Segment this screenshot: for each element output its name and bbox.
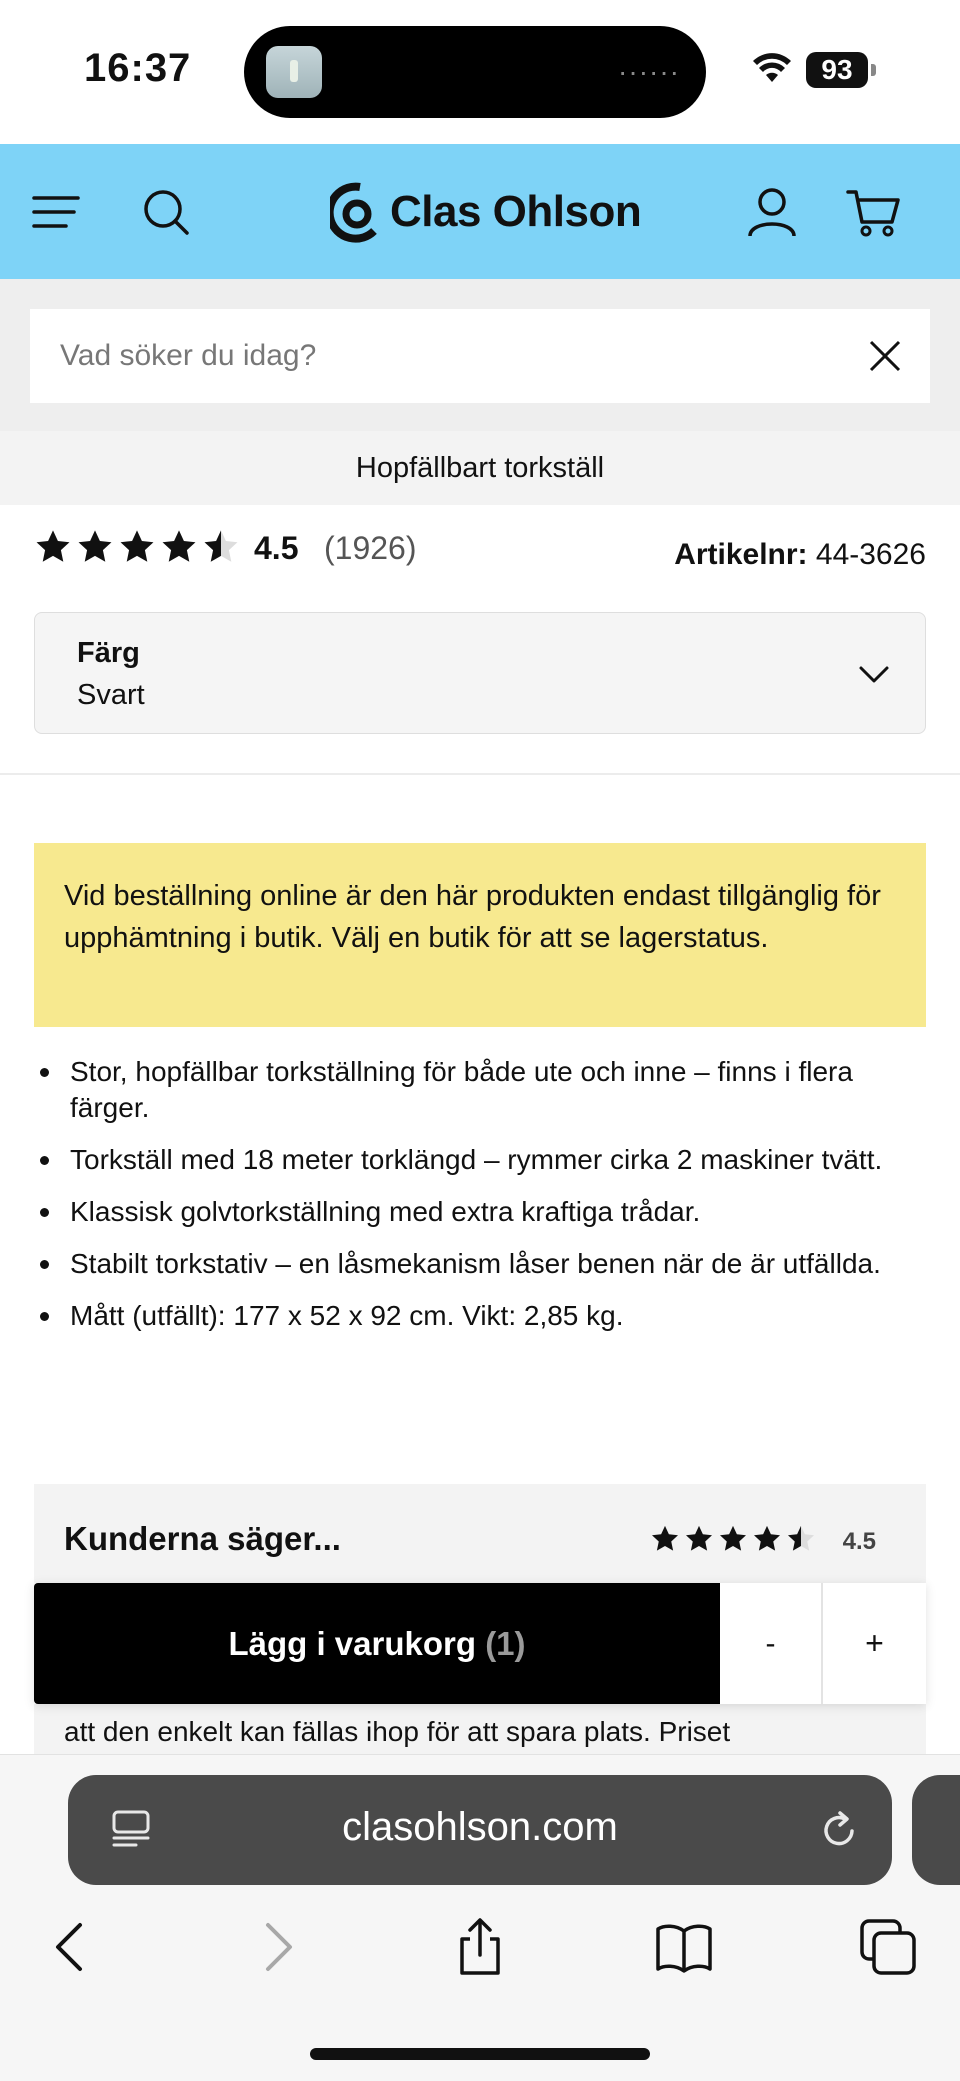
list-item: Mått (utfällt): 177 x 52 x 92 cm. Vikt: … — [34, 1298, 926, 1334]
share-icon[interactable] — [450, 1917, 510, 1977]
tabs-overview-icon[interactable] — [858, 1917, 918, 1977]
reload-icon[interactable] — [816, 1807, 862, 1853]
pickup-notice: Vid beställning online är den här produk… — [34, 843, 926, 1027]
reviews-stars — [650, 1524, 816, 1554]
article-number: Artikelnr: 44-3626 — [674, 538, 926, 572]
increase-quantity-button[interactable]: + — [823, 1583, 926, 1704]
star-icon — [686, 1525, 712, 1551]
brand-logo[interactable]: Clas Ohlson — [330, 180, 642, 244]
divider — [0, 773, 960, 775]
address-bar[interactable]: clasohlson.com — [68, 1775, 892, 1885]
rating-count[interactable]: (1926) — [324, 530, 417, 567]
status-bar: 16:37 ······ 93 — [0, 0, 960, 144]
home-indicator — [310, 2048, 650, 2060]
list-item: Klassisk golvtorkställning med extra kra… — [34, 1194, 926, 1230]
star-half-icon — [788, 1525, 814, 1551]
add-to-cart-label: Lägg i varukorg — [228, 1625, 477, 1662]
wifi-icon — [753, 53, 791, 82]
cart-quantity: (1) — [485, 1625, 526, 1662]
search-box — [30, 309, 930, 403]
color-select[interactable]: Färg Svart — [34, 612, 926, 734]
product-features: Stor, hopfällbar torkställning för både … — [34, 1054, 926, 1350]
article-label: Artikelnr: — [674, 538, 808, 571]
app-icon — [266, 46, 322, 98]
site-header: Clas Ohlson — [0, 144, 960, 279]
star-icon — [652, 1525, 678, 1551]
star-icon — [120, 530, 154, 562]
search-icon[interactable] — [138, 184, 194, 240]
back-icon[interactable] — [40, 1917, 100, 1977]
search-input[interactable] — [60, 329, 840, 383]
star-half-icon — [204, 530, 238, 562]
review-snippet: att den enkelt kan fällas ihop för att s… — [64, 1716, 731, 1747]
product-title: Hopfällbart torkställ — [0, 431, 960, 505]
star-icon — [36, 530, 70, 562]
rating-value: 4.5 — [254, 530, 299, 566]
decrease-quantity-button[interactable]: - — [720, 1583, 823, 1704]
menu-icon[interactable] — [30, 184, 86, 240]
color-value: Svart — [77, 679, 145, 711]
close-icon[interactable] — [868, 339, 902, 373]
forward-icon[interactable] — [248, 1917, 308, 1977]
dynamic-island: ······ — [244, 26, 706, 118]
status-time: 16:37 — [84, 46, 192, 90]
user-icon[interactable] — [744, 184, 800, 240]
battery-indicator: 93 — [806, 52, 876, 88]
add-to-cart-bar: Lägg i varukorg (1) - + — [34, 1583, 926, 1704]
rating-stars[interactable] — [34, 528, 240, 566]
reviews-score: 4.5 — [842, 1528, 876, 1555]
reviews-title: Kunderna säger... — [64, 1520, 341, 1557]
star-icon — [162, 530, 196, 562]
list-item: Stabilt torkstativ – en låsmekanism låse… — [34, 1246, 926, 1282]
url-text: clasohlson.com — [342, 1805, 618, 1849]
logo-mark-icon — [330, 182, 377, 243]
color-label: Färg — [77, 637, 140, 669]
search-area — [0, 279, 960, 431]
list-item: Torkställ med 18 meter torklängd – rymme… — [34, 1142, 926, 1178]
browser-toolbar: clasohlson.com — [0, 1754, 960, 2081]
island-dots: ······ — [618, 56, 680, 87]
brand-name: Clas Ohlson — [390, 187, 642, 236]
next-tab-preview[interactable] — [912, 1775, 960, 1885]
article-value: 44-3626 — [815, 538, 926, 571]
star-icon — [78, 530, 112, 562]
chevron-down-icon — [859, 666, 889, 683]
bookmarks-icon[interactable] — [654, 1917, 714, 1977]
rating-row: 4.5 (1926) Artikelnr: 44-3626 — [34, 524, 926, 574]
cart-icon[interactable] — [846, 184, 902, 240]
star-icon — [754, 1525, 780, 1551]
star-icon — [720, 1525, 746, 1551]
list-item: Stor, hopfällbar torkställning för både … — [34, 1054, 926, 1126]
add-to-cart-button[interactable]: Lägg i varukorg (1) — [34, 1583, 720, 1704]
